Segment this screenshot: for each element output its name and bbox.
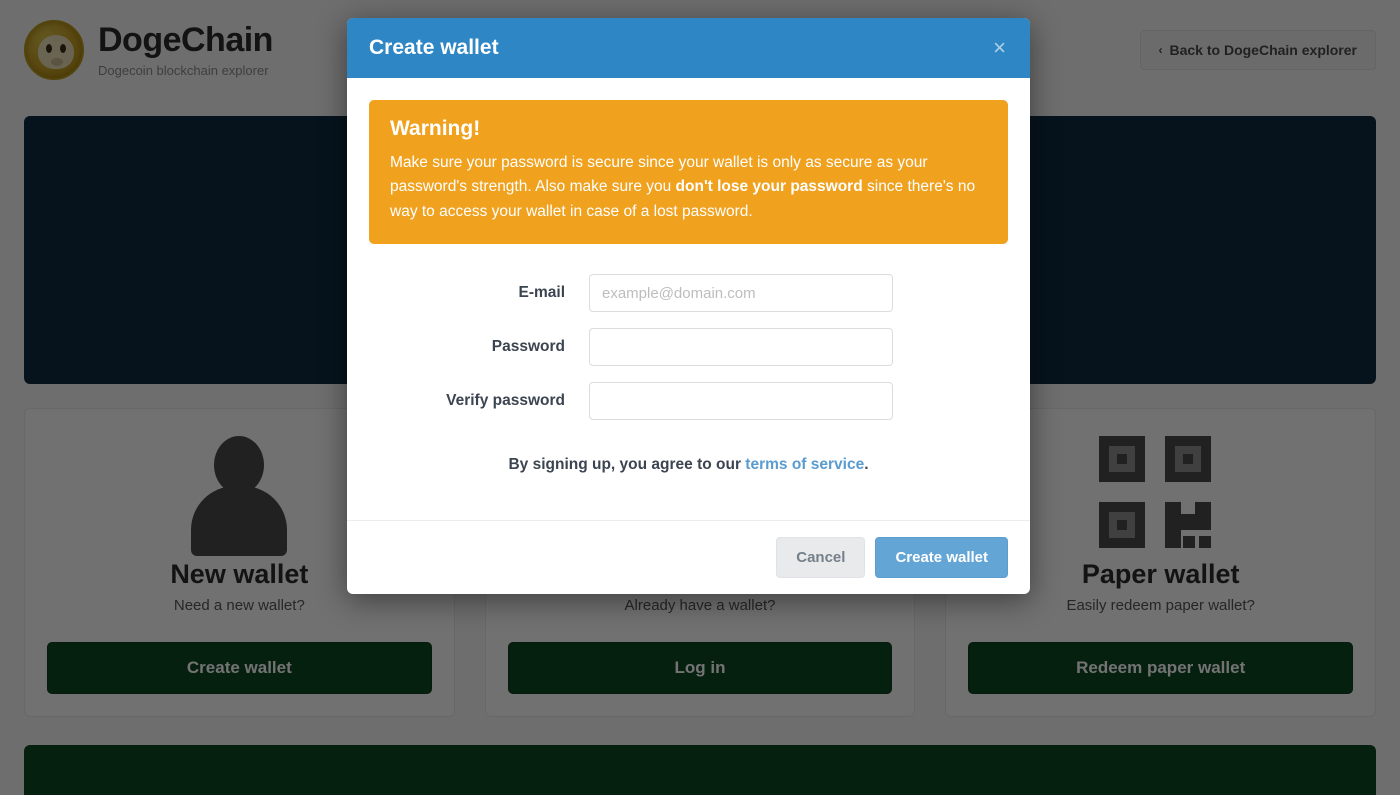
terms-of-service-link[interactable]: terms of service: [745, 456, 864, 473]
form-row-password: Password: [369, 328, 1008, 367]
email-label: E-mail: [518, 284, 565, 302]
form-row-verify-password: Verify password: [369, 382, 1008, 421]
warning-text: Make sure your password is secure since …: [390, 151, 987, 224]
email-input[interactable]: [589, 274, 893, 313]
warning-text-emphasis: don't lose your password: [675, 178, 863, 196]
password-input[interactable]: [589, 328, 893, 367]
create-wallet-form: E-mail Password Verify password By signi…: [369, 274, 1008, 474]
form-row-email: E-mail: [369, 274, 1008, 313]
create-wallet-modal: Create wallet × Warning! Make sure your …: [347, 18, 1030, 595]
cancel-button[interactable]: Cancel: [776, 537, 866, 579]
modal-title: Create wallet: [369, 36, 499, 59]
verify-password-label: Verify password: [446, 392, 565, 410]
submit-create-wallet-button[interactable]: Create wallet: [875, 537, 1008, 579]
modal-header: Create wallet ×: [347, 18, 1030, 78]
warning-alert: Warning! Make sure your password is secu…: [369, 100, 1008, 245]
modal-footer: Cancel Create wallet: [347, 520, 1030, 594]
modal-body: Warning! Make sure your password is secu…: [347, 78, 1030, 520]
password-label: Password: [491, 338, 565, 356]
terms-text-before: By signing up, you agree to our: [508, 456, 746, 474]
terms-text-after: .: [864, 456, 869, 474]
verify-password-input[interactable]: [589, 382, 893, 421]
close-icon[interactable]: ×: [991, 37, 1008, 59]
terms-notice: By signing up, you agree to our terms of…: [369, 456, 1008, 474]
warning-title: Warning!: [390, 117, 481, 140]
